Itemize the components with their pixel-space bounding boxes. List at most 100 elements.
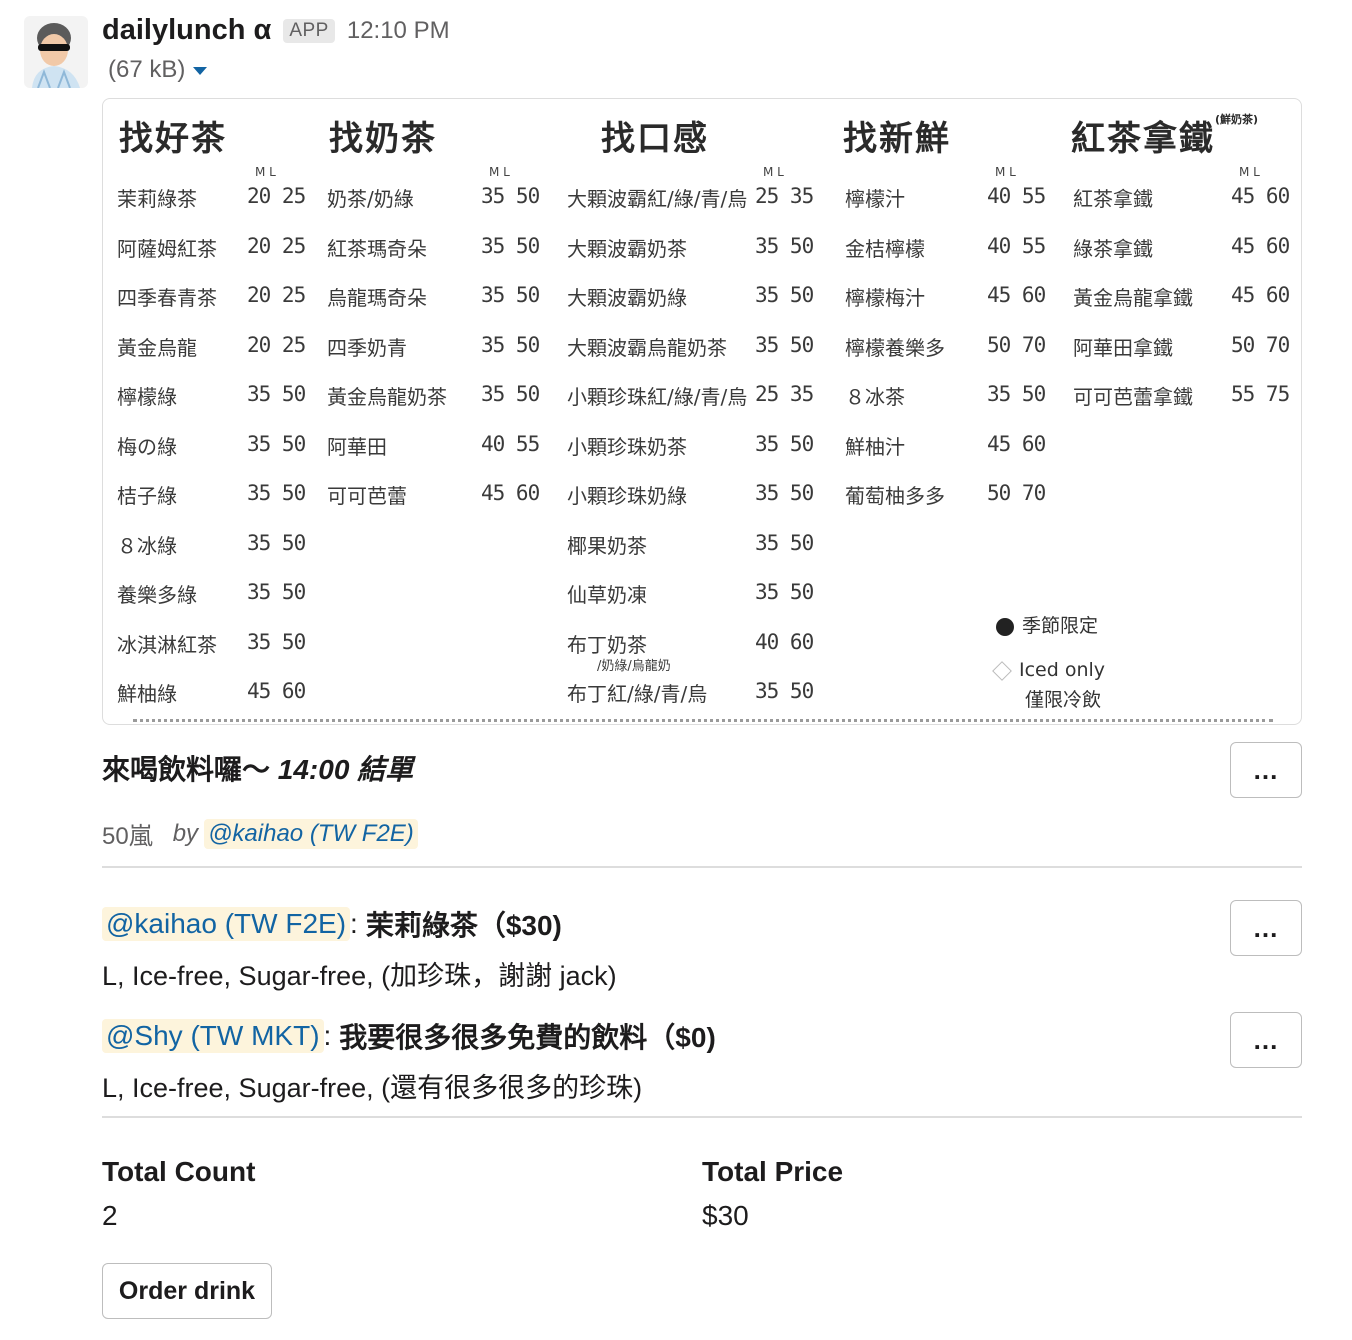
menu-size-header: M L (763, 165, 784, 179)
menu-item-name: 大顆波霸紅/綠/青/烏 (567, 187, 748, 211)
menu-item-price: 35 50 (755, 481, 814, 505)
message-header: dailylunch α APP 12:10 PM (102, 14, 450, 47)
menu-item-price: 45 60 (1231, 283, 1290, 307)
menu-size-header: M L (489, 165, 510, 179)
menu-item-price: 50 70 (1231, 332, 1290, 357)
menu-item-name: 奶茶/奶綠 (327, 187, 414, 211)
legend-iced-only-label: Iced only (1019, 659, 1106, 681)
menu-item-price: 45 60 (1231, 184, 1290, 208)
menu-item-name: 冰淇淋紅茶 (117, 632, 217, 657)
menu-item-name: 紅茶瑪奇朵 (327, 236, 427, 261)
legend-seasonal-label: 季節限定 (1022, 615, 1099, 637)
menu-item-name: 檸檬綠 (117, 385, 177, 409)
order-item: 我要很多很多免費的飲料（$0) (339, 1022, 716, 1053)
chevron-down-icon[interactable] (193, 67, 208, 75)
menu-item-name: 小顆珍珠紅/綠/青/烏 (567, 385, 748, 409)
menu-item-price: 35 50 (755, 679, 814, 703)
menu-item-price: 40 55 (987, 233, 1046, 258)
shop-name: 50嵐 (102, 823, 153, 850)
dotted-divider (133, 719, 1273, 722)
order-drink-button[interactable]: Order drink (102, 1263, 272, 1319)
menu-item-name: 阿華田拿鐵 (1073, 335, 1173, 360)
menu-item-name: 綠茶拿鐵 (1073, 236, 1153, 261)
total-price: Total Price $30 (702, 1156, 843, 1232)
menu-item-price: 45 60 (481, 481, 540, 505)
app-badge: APP (283, 18, 335, 43)
menu-item-price: 35 50 (247, 481, 306, 505)
menu-item-price: 20 25 (247, 233, 306, 258)
menu-item-price: 25 35 (755, 382, 814, 406)
menu-image[interactable]: 找好茶 M L 茉莉綠茶 20 25 阿薩姆紅茶 20 25 四季春青茶 20 25 黃金烏龍 2… (102, 98, 1302, 725)
menu-item-price: 35 50 (481, 382, 540, 406)
menu-item-price: 50 70 (987, 332, 1046, 357)
menu-item-price: 35 50 (481, 283, 540, 307)
total-price-label: Total Price (702, 1156, 844, 1187)
menu-item-name: ８冰茶 (845, 385, 905, 409)
menu-item-name: 黃金烏龍奶茶 (327, 385, 447, 409)
menu-item-name: 大顆波霸奶綠 (567, 286, 687, 310)
order-entry: @Shy (TW MKT): 我要很多很多免費的飲料（$0) L, Ice-fr… (102, 1016, 716, 1105)
menu-item-price: 50 70 (987, 481, 1046, 505)
menu-item-name: 檸檬梅汁 (845, 286, 925, 310)
order-user-mention[interactable]: @kaihao (TW F2E) (102, 907, 351, 941)
more-icon: ... (1253, 755, 1279, 785)
menu-size-header: M L (995, 165, 1016, 179)
menu-item-price: 20 25 (247, 184, 306, 208)
file-meta[interactable]: (67 kB) (108, 56, 208, 84)
menu-item-name: 小顆珍珠奶茶 (567, 434, 687, 459)
menu-item-price: 35 50 (755, 332, 814, 357)
order-more-button[interactable]: ... (1230, 1012, 1302, 1068)
menu-item-name: 可可芭蕾 (327, 484, 407, 508)
order-user-mention[interactable]: @Shy (TW MKT) (102, 1019, 324, 1053)
menu-item-price: 35 50 (247, 530, 306, 555)
file-size: (67 kB) (108, 56, 186, 83)
message-more-button[interactable]: ... (1230, 742, 1302, 798)
menu-item-name: 仙草奶凍 (567, 583, 647, 607)
menu-size-header: M L (255, 165, 276, 179)
menu-item-name: 烏龍瑪奇朵 (327, 286, 427, 310)
menu-item-name: 大顆波霸奶茶 (567, 236, 687, 261)
bot-name[interactable]: dailylunch α (102, 14, 271, 47)
ice-cube-icon (992, 660, 1012, 681)
menu-item-name: 阿薩姆紅茶 (117, 236, 217, 261)
menu-item-price: 35 50 (247, 629, 306, 654)
menu-item-price: 20 25 (247, 332, 306, 357)
divider (102, 1116, 1302, 1118)
author-mention[interactable]: @kaihao (TW F2E) (204, 818, 418, 849)
menu-item-name: 桔子綠 (117, 484, 177, 508)
menu-item-name: 黃金烏龍 (117, 335, 197, 360)
menu-item-price: 40 60 (755, 629, 814, 654)
order-options: L, Ice-free, Sugar-free, (加珍珠，謝謝 jack) (102, 961, 617, 991)
menu-item-price: 35 50 (247, 431, 306, 456)
menu-item-name: 金桔檸檬 (845, 236, 925, 261)
order-more-button[interactable]: ... (1230, 900, 1302, 956)
order-deadline: 14:00 結單 (277, 754, 414, 785)
menu-item-name: 四季春青茶 (117, 286, 217, 310)
menu-item-name: 鮮柚綠 (117, 682, 177, 706)
menu-content: 找好茶 M L 茉莉綠茶 20 25 阿薩姆紅茶 20 25 四季春青茶 20 25 黃金烏龍 2… (103, 99, 1301, 724)
meta-line: 50嵐 by @kaihao (TW F2E) (102, 816, 418, 851)
order-title-prefix: 來喝飲料囉～ (102, 754, 278, 785)
menu-item-name: 葡萄柚多多 (845, 484, 945, 508)
menu-item-name: 鮮柚汁 (845, 434, 905, 459)
order-item: 茉莉綠茶（$30) (365, 910, 562, 941)
menu-item-name: 養樂多綠 (117, 583, 197, 607)
menu-size-header: M L (1239, 165, 1260, 179)
menu-column-header: 找好茶 (119, 119, 227, 159)
avatar[interactable] (24, 16, 88, 88)
menu-item-name: 梅の綠 (117, 434, 177, 459)
timestamp[interactable]: 12:10 PM (347, 17, 450, 45)
menu-item-price: 20 25 (247, 283, 306, 307)
menu-item-name: 四季奶青 (327, 335, 407, 360)
total-price-value: $30 (702, 1200, 749, 1231)
menu-item-price: 40 55 (481, 431, 540, 456)
menu-item-name: 黃金烏龍拿鐵 (1073, 286, 1193, 310)
colon: : (350, 908, 358, 939)
order-title: 來喝飲料囉～ 14:00 結單 (102, 748, 413, 788)
menu-item-price: 25 35 (755, 184, 814, 208)
menu-item-price: 45 60 (247, 679, 306, 703)
menu-column-header: 找口感 (601, 119, 709, 159)
more-icon: ... (1253, 913, 1279, 943)
menu-item-price: 35 50 (755, 580, 814, 604)
menu-item-price: 35 50 (481, 332, 540, 357)
